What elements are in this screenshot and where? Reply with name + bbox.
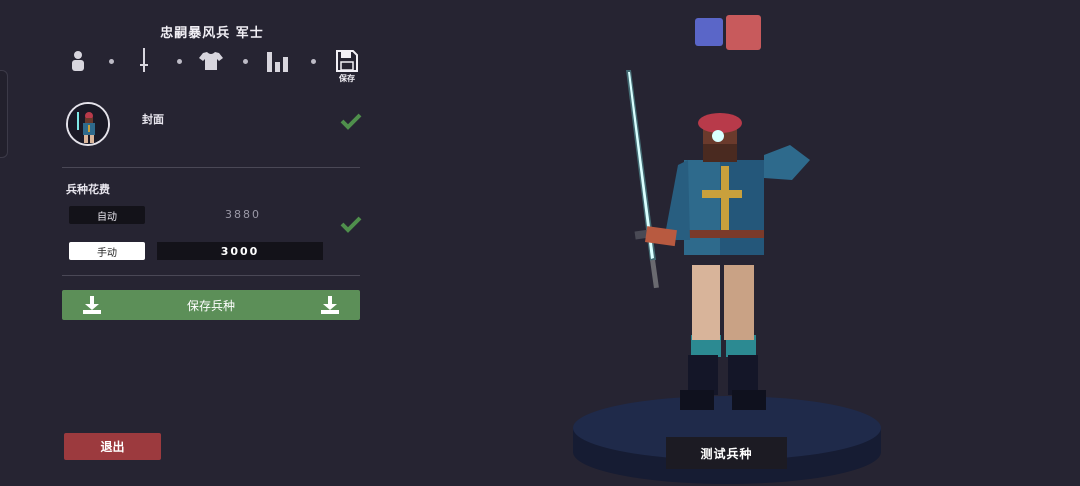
unit-portrait-icon bbox=[68, 104, 108, 144]
unit-preview bbox=[573, 70, 881, 484]
sword-icon bbox=[140, 48, 148, 72]
team-red-swatch[interactable] bbox=[726, 15, 761, 50]
cost-check-icon bbox=[340, 216, 362, 233]
cover-label: 封面 bbox=[142, 113, 164, 126]
tab-separator bbox=[177, 59, 182, 64]
unit-figure bbox=[645, 113, 810, 410]
tab-body[interactable] bbox=[60, 46, 96, 76]
editor-tabs: 保存 bbox=[62, 46, 362, 90]
auto-cost-button[interactable]: 自动 bbox=[69, 206, 145, 224]
manual-cost-input[interactable] bbox=[157, 242, 323, 260]
manual-cost-button[interactable]: 手动 bbox=[69, 242, 145, 260]
unit-title: 忠嗣暴风兵 军士 bbox=[160, 26, 264, 41]
tab-save[interactable]: 保存 bbox=[329, 46, 365, 88]
tab-separator bbox=[311, 59, 316, 64]
tab-separator bbox=[109, 59, 114, 64]
team-blue-swatch[interactable] bbox=[695, 18, 723, 46]
auto-cost-value: 3880 bbox=[225, 208, 261, 221]
test-unit-button[interactable]: 测试兵种 bbox=[666, 437, 787, 469]
tab-save-label: 保存 bbox=[339, 74, 355, 83]
floppy-disk-icon bbox=[336, 50, 358, 72]
exit-button[interactable]: 退出 bbox=[64, 433, 161, 460]
divider bbox=[62, 275, 360, 276]
person-icon bbox=[72, 51, 84, 71]
shirt-icon bbox=[199, 52, 223, 70]
download-icon bbox=[321, 296, 339, 314]
side-panel-handle[interactable] bbox=[0, 70, 8, 158]
divider bbox=[62, 167, 360, 168]
tab-clothing[interactable] bbox=[193, 46, 229, 76]
bar-chart-icon bbox=[267, 52, 288, 72]
tab-stats[interactable] bbox=[260, 46, 296, 76]
tab-separator bbox=[243, 59, 248, 64]
sword bbox=[626, 70, 659, 289]
tab-weapons[interactable] bbox=[126, 46, 162, 76]
save-unit-button[interactable]: 保存兵种 bbox=[62, 290, 360, 320]
save-unit-label: 保存兵种 bbox=[186, 298, 235, 313]
cover-avatar[interactable] bbox=[66, 102, 110, 146]
download-icon bbox=[83, 296, 101, 314]
cost-section-label: 兵种花费 bbox=[66, 183, 110, 196]
cover-check-icon bbox=[340, 113, 362, 130]
